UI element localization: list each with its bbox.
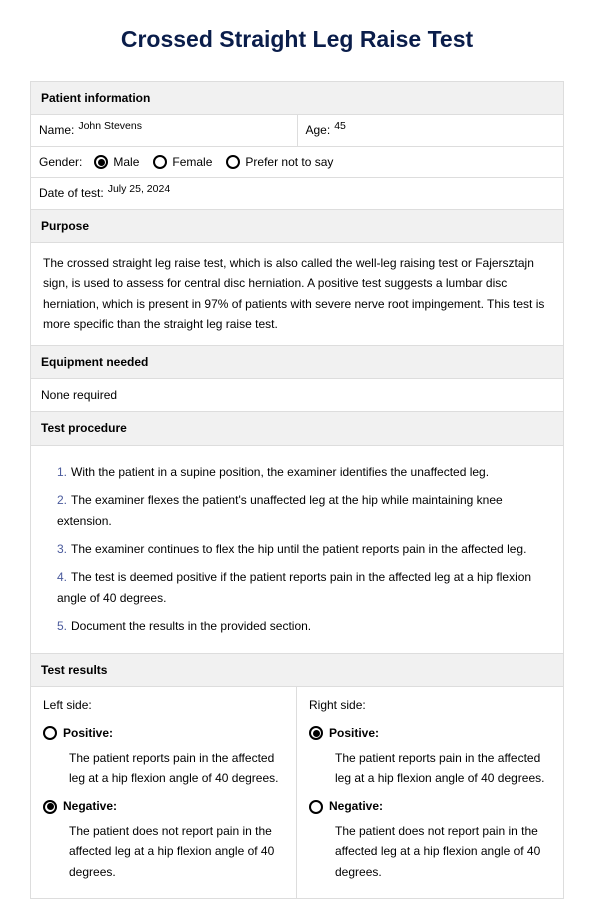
- gender-male-option[interactable]: Male: [94, 152, 139, 172]
- positive-desc: The patient reports pain in the affected…: [335, 748, 551, 789]
- radio-icon: [226, 155, 240, 169]
- radio-icon: [43, 726, 57, 740]
- gender-pnts-label: Prefer not to say: [245, 152, 333, 172]
- age-label: Age:: [306, 120, 331, 140]
- list-item: 5.Document the results in the provided s…: [57, 616, 543, 636]
- right-negative-option[interactable]: Negative: The patient does not report pa…: [309, 796, 551, 882]
- date-label: Date of test:: [39, 183, 104, 203]
- gender-female-label: Female: [172, 152, 212, 172]
- radio-icon: [153, 155, 167, 169]
- page-title: Crossed Straight Leg Raise Test: [30, 20, 564, 59]
- procedure-box: 1.With the patient in a supine position,…: [30, 446, 564, 654]
- equipment-header: Equipment needed: [30, 346, 564, 379]
- gender-row: Gender: Male Female Prefer not to say: [31, 147, 564, 177]
- negative-desc: The patient does not report pain in the …: [335, 821, 551, 882]
- results-row: Left side: Positive: The patient reports…: [30, 687, 564, 899]
- gender-male-label: Male: [113, 152, 139, 172]
- radio-checked-icon: [309, 726, 323, 740]
- radio-checked-icon: [94, 155, 108, 169]
- radio-icon: [309, 800, 323, 814]
- results-right: Right side: Positive: The patient report…: [297, 687, 563, 898]
- gender-female-option[interactable]: Female: [153, 152, 212, 172]
- procedure-list: 1.With the patient in a supine position,…: [43, 456, 551, 643]
- gender-label: Gender:: [39, 152, 82, 172]
- list-item: 4.The test is deemed positive if the pat…: [57, 567, 543, 608]
- positive-desc: The patient reports pain in the affected…: [69, 748, 284, 789]
- name-cell: Name: John Stevens: [31, 115, 298, 145]
- negative-desc: The patient does not report pain in the …: [69, 821, 284, 882]
- right-side-label: Right side:: [309, 695, 551, 715]
- procedure-header: Test procedure: [30, 412, 564, 445]
- list-item: 3.The examiner continues to flex the hip…: [57, 539, 543, 559]
- negative-label: Negative:: [329, 796, 383, 816]
- positive-label: Positive:: [63, 723, 113, 743]
- date-value: July 25, 2024: [108, 181, 170, 199]
- patient-info-header: Patient information: [30, 81, 564, 115]
- name-value: John Stevens: [78, 118, 142, 136]
- negative-label: Negative:: [63, 796, 117, 816]
- gender-pnts-option[interactable]: Prefer not to say: [226, 152, 333, 172]
- name-label: Name:: [39, 120, 74, 140]
- purpose-header: Purpose: [30, 210, 564, 243]
- list-item: 1.With the patient in a supine position,…: [57, 462, 543, 482]
- age-cell: Age: 45: [298, 115, 565, 145]
- left-side-label: Left side:: [43, 695, 284, 715]
- positive-label: Positive:: [329, 723, 379, 743]
- list-item: 2.The examiner flexes the patient's unaf…: [57, 490, 543, 531]
- left-positive-option[interactable]: Positive: The patient reports pain in th…: [43, 723, 284, 788]
- age-value: 45: [334, 118, 346, 136]
- radio-checked-icon: [43, 800, 57, 814]
- date-cell: Date of test: July 25, 2024: [31, 178, 564, 208]
- purpose-text: The crossed straight leg raise test, whi…: [30, 243, 564, 346]
- right-positive-option[interactable]: Positive: The patient reports pain in th…: [309, 723, 551, 788]
- results-header: Test results: [30, 654, 564, 687]
- left-negative-option[interactable]: Negative: The patient does not report pa…: [43, 796, 284, 882]
- equipment-text: None required: [30, 379, 564, 412]
- results-left: Left side: Positive: The patient reports…: [31, 687, 297, 898]
